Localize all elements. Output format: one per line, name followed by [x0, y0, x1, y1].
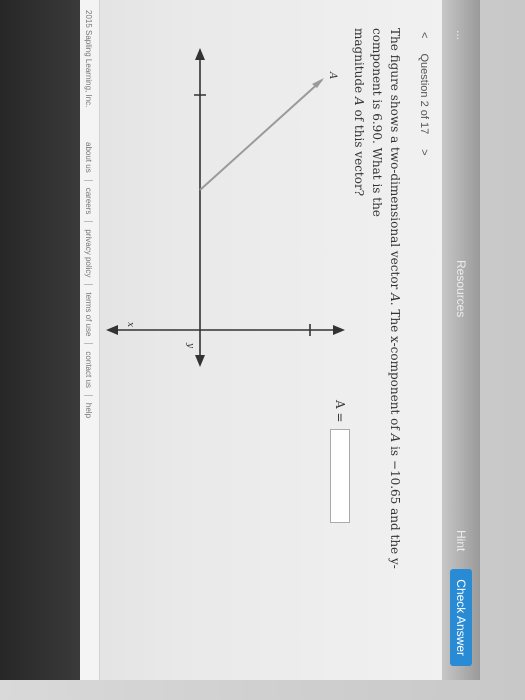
- magnitude-symbol: A: [352, 96, 366, 106]
- question-page: ... Resources Hint Check Answer < Questi…: [0, 0, 480, 680]
- vector-a: [199, 79, 323, 191]
- x-axis-arrow-bottom: [106, 325, 118, 335]
- screen-photo: ... Resources Hint Check Answer < Questi…: [0, 0, 525, 700]
- question-text-part: of this vector?: [352, 109, 366, 197]
- footer-link-help[interactable]: help: [84, 394, 93, 426]
- footer-link-careers[interactable]: careers: [84, 179, 93, 222]
- vector-figure: A y x: [106, 48, 345, 367]
- toolbar-tab[interactable]: ...: [450, 20, 472, 50]
- top-toolbar: ... Resources Hint Check Answer: [442, 0, 480, 680]
- monitor-bezel: [0, 0, 80, 680]
- question-text-part: . The x-component of: [388, 301, 402, 430]
- check-answer-button[interactable]: Check Answer: [450, 569, 472, 666]
- answer-row: A =: [330, 400, 350, 523]
- footer-link-contact[interactable]: contact us: [84, 343, 93, 395]
- page-footer: 2015 Sapling Learning, Inc. about us car…: [79, 0, 100, 680]
- vector-symbol: A: [388, 433, 402, 443]
- footer-link-terms[interactable]: terms of use: [84, 284, 93, 344]
- question-text-part: The figure shows a two-dimensional vecto…: [388, 28, 402, 290]
- x-axis-arrow-top: [333, 325, 345, 335]
- footer-links: about us careers privacy policy terms of…: [84, 135, 93, 426]
- y-axis-arrow-left: [195, 48, 205, 60]
- y-axis-label: y: [185, 342, 195, 349]
- answer-label: A =: [333, 400, 347, 423]
- question-text: The figure shows a two-dimensional vecto…: [350, 28, 404, 608]
- question-navigation: < Question 2 of 17 >: [418, 26, 430, 162]
- hint-tab[interactable]: Hint: [450, 520, 472, 561]
- footer-link-privacy[interactable]: privacy policy: [84, 221, 93, 285]
- footer-link-about[interactable]: about us: [84, 135, 93, 180]
- answer-input[interactable]: [330, 428, 350, 523]
- resources-tab[interactable]: Resources: [450, 250, 472, 327]
- vector-symbol: A: [388, 293, 402, 302]
- y-axis-arrow-right: [195, 355, 205, 367]
- x-axis-label: x: [125, 322, 135, 327]
- copyright-text: 2015 Sapling Learning, Inc.: [84, 10, 93, 108]
- vector-label: A: [327, 71, 338, 79]
- prev-question-button[interactable]: <: [418, 32, 430, 38]
- next-question-button[interactable]: >: [418, 149, 430, 155]
- question-text-part: magnitude: [352, 28, 366, 94]
- question-counter: Question 2 of 17: [418, 53, 430, 135]
